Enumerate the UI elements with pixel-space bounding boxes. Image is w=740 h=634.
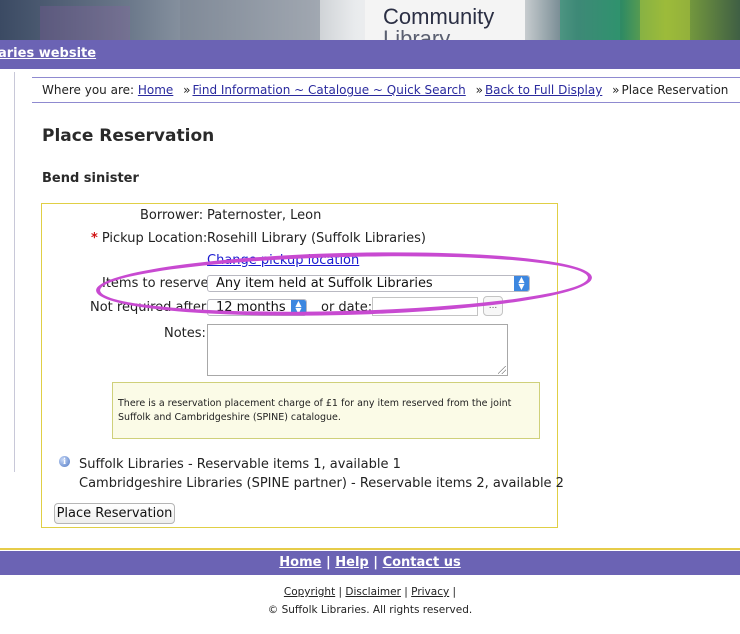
- breadcrumb: Where you are: Home » Find Information ~ …: [42, 83, 728, 97]
- select-chevron-icon: ▲ ▼: [291, 300, 306, 315]
- breadcrumb-separator: »: [183, 83, 191, 97]
- select-chevron-icon: ▲ ▼: [514, 276, 529, 291]
- date-picker-button[interactable]: ...: [483, 296, 503, 316]
- breadcrumb-current: Place Reservation: [621, 83, 729, 97]
- copyright-text: © Suffolk Libraries. All rights reserved…: [267, 604, 473, 616]
- privacy-link[interactable]: Privacy: [411, 586, 449, 598]
- breadcrumb-full-display-link[interactable]: Back to Full Display: [485, 83, 602, 97]
- item-title: Bend sinister: [42, 171, 139, 186]
- availability-cambridgeshire: Cambridgeshire Libraries (SPINE partner)…: [79, 476, 564, 491]
- breadcrumb-prefix: Where you are:: [42, 83, 135, 97]
- footer-nav-bar: Home | Help | Contact us: [0, 551, 740, 575]
- borrower-label: Borrower:: [140, 208, 204, 223]
- items-to-reserve-label: Items to reserve:: [102, 276, 213, 291]
- not-required-after-selected: 12 months: [216, 300, 286, 315]
- items-to-reserve-selected: Any item held at Suffolk Libraries: [216, 276, 433, 291]
- page-title: Place Reservation: [42, 126, 215, 146]
- pickup-location-label-text: Pickup Location:: [101, 231, 208, 246]
- required-marker: *: [91, 231, 98, 246]
- footer-legal: Copyright | Disclaimer | Privacy | © Suf…: [0, 583, 740, 619]
- notes-label: Notes:: [164, 326, 206, 341]
- breadcrumb-separator: »: [612, 83, 620, 97]
- pickup-location-value: Rosehill Library (Suffolk Libraries): [207, 231, 426, 246]
- not-required-after-label: Not required after:: [90, 300, 211, 315]
- notes-textarea[interactable]: [207, 324, 508, 376]
- items-to-reserve-select[interactable]: Any item held at Suffolk Libraries ▲ ▼: [207, 275, 530, 292]
- breadcrumb-divider-top: [32, 77, 740, 78]
- breadcrumb-quick-search-link[interactable]: Find Information ~ Catalogue ~ Quick Sea…: [192, 83, 465, 97]
- resize-grip-icon[interactable]: [498, 366, 506, 374]
- not-required-after-select[interactable]: 12 months ▲ ▼: [207, 299, 307, 316]
- header-banner-image: Community Library: [0, 0, 740, 40]
- or-date-label: or date:: [321, 300, 373, 315]
- pickup-location-label: * Pickup Location:: [91, 231, 207, 246]
- disclaimer-link[interactable]: Disclaimer: [345, 586, 401, 598]
- breadcrumb-divider-bottom: [32, 102, 740, 103]
- footer-home-link[interactable]: Home: [279, 555, 321, 570]
- change-pickup-location-link[interactable]: Change pickup location: [207, 253, 359, 268]
- footer-help-link[interactable]: Help: [335, 555, 368, 570]
- library-sign: Community Library: [383, 0, 495, 41]
- footer-divider: [0, 548, 740, 550]
- libraries-website-link[interactable]: aries website: [0, 46, 96, 61]
- breadcrumb-separator: »: [475, 83, 483, 97]
- place-reservation-button[interactable]: Place Reservation: [54, 503, 175, 524]
- sign-line-community: Community: [383, 4, 495, 29]
- top-nav-bar: aries website: [0, 40, 740, 69]
- footer-contact-link[interactable]: Contact us: [383, 555, 461, 570]
- copyright-link[interactable]: Copyright: [284, 586, 335, 598]
- info-icon: i: [59, 456, 70, 467]
- left-sidebar-edge: [0, 72, 15, 472]
- breadcrumb-home-link[interactable]: Home: [138, 83, 173, 97]
- date-input[interactable]: [372, 297, 478, 316]
- sign-line-library: Library: [383, 26, 451, 41]
- borrower-value: Paternoster, Leon: [207, 208, 322, 223]
- reservation-charge-notice: There is a reservation placement charge …: [112, 382, 540, 439]
- availability-suffolk: Suffolk Libraries - Reservable items 1, …: [79, 457, 401, 472]
